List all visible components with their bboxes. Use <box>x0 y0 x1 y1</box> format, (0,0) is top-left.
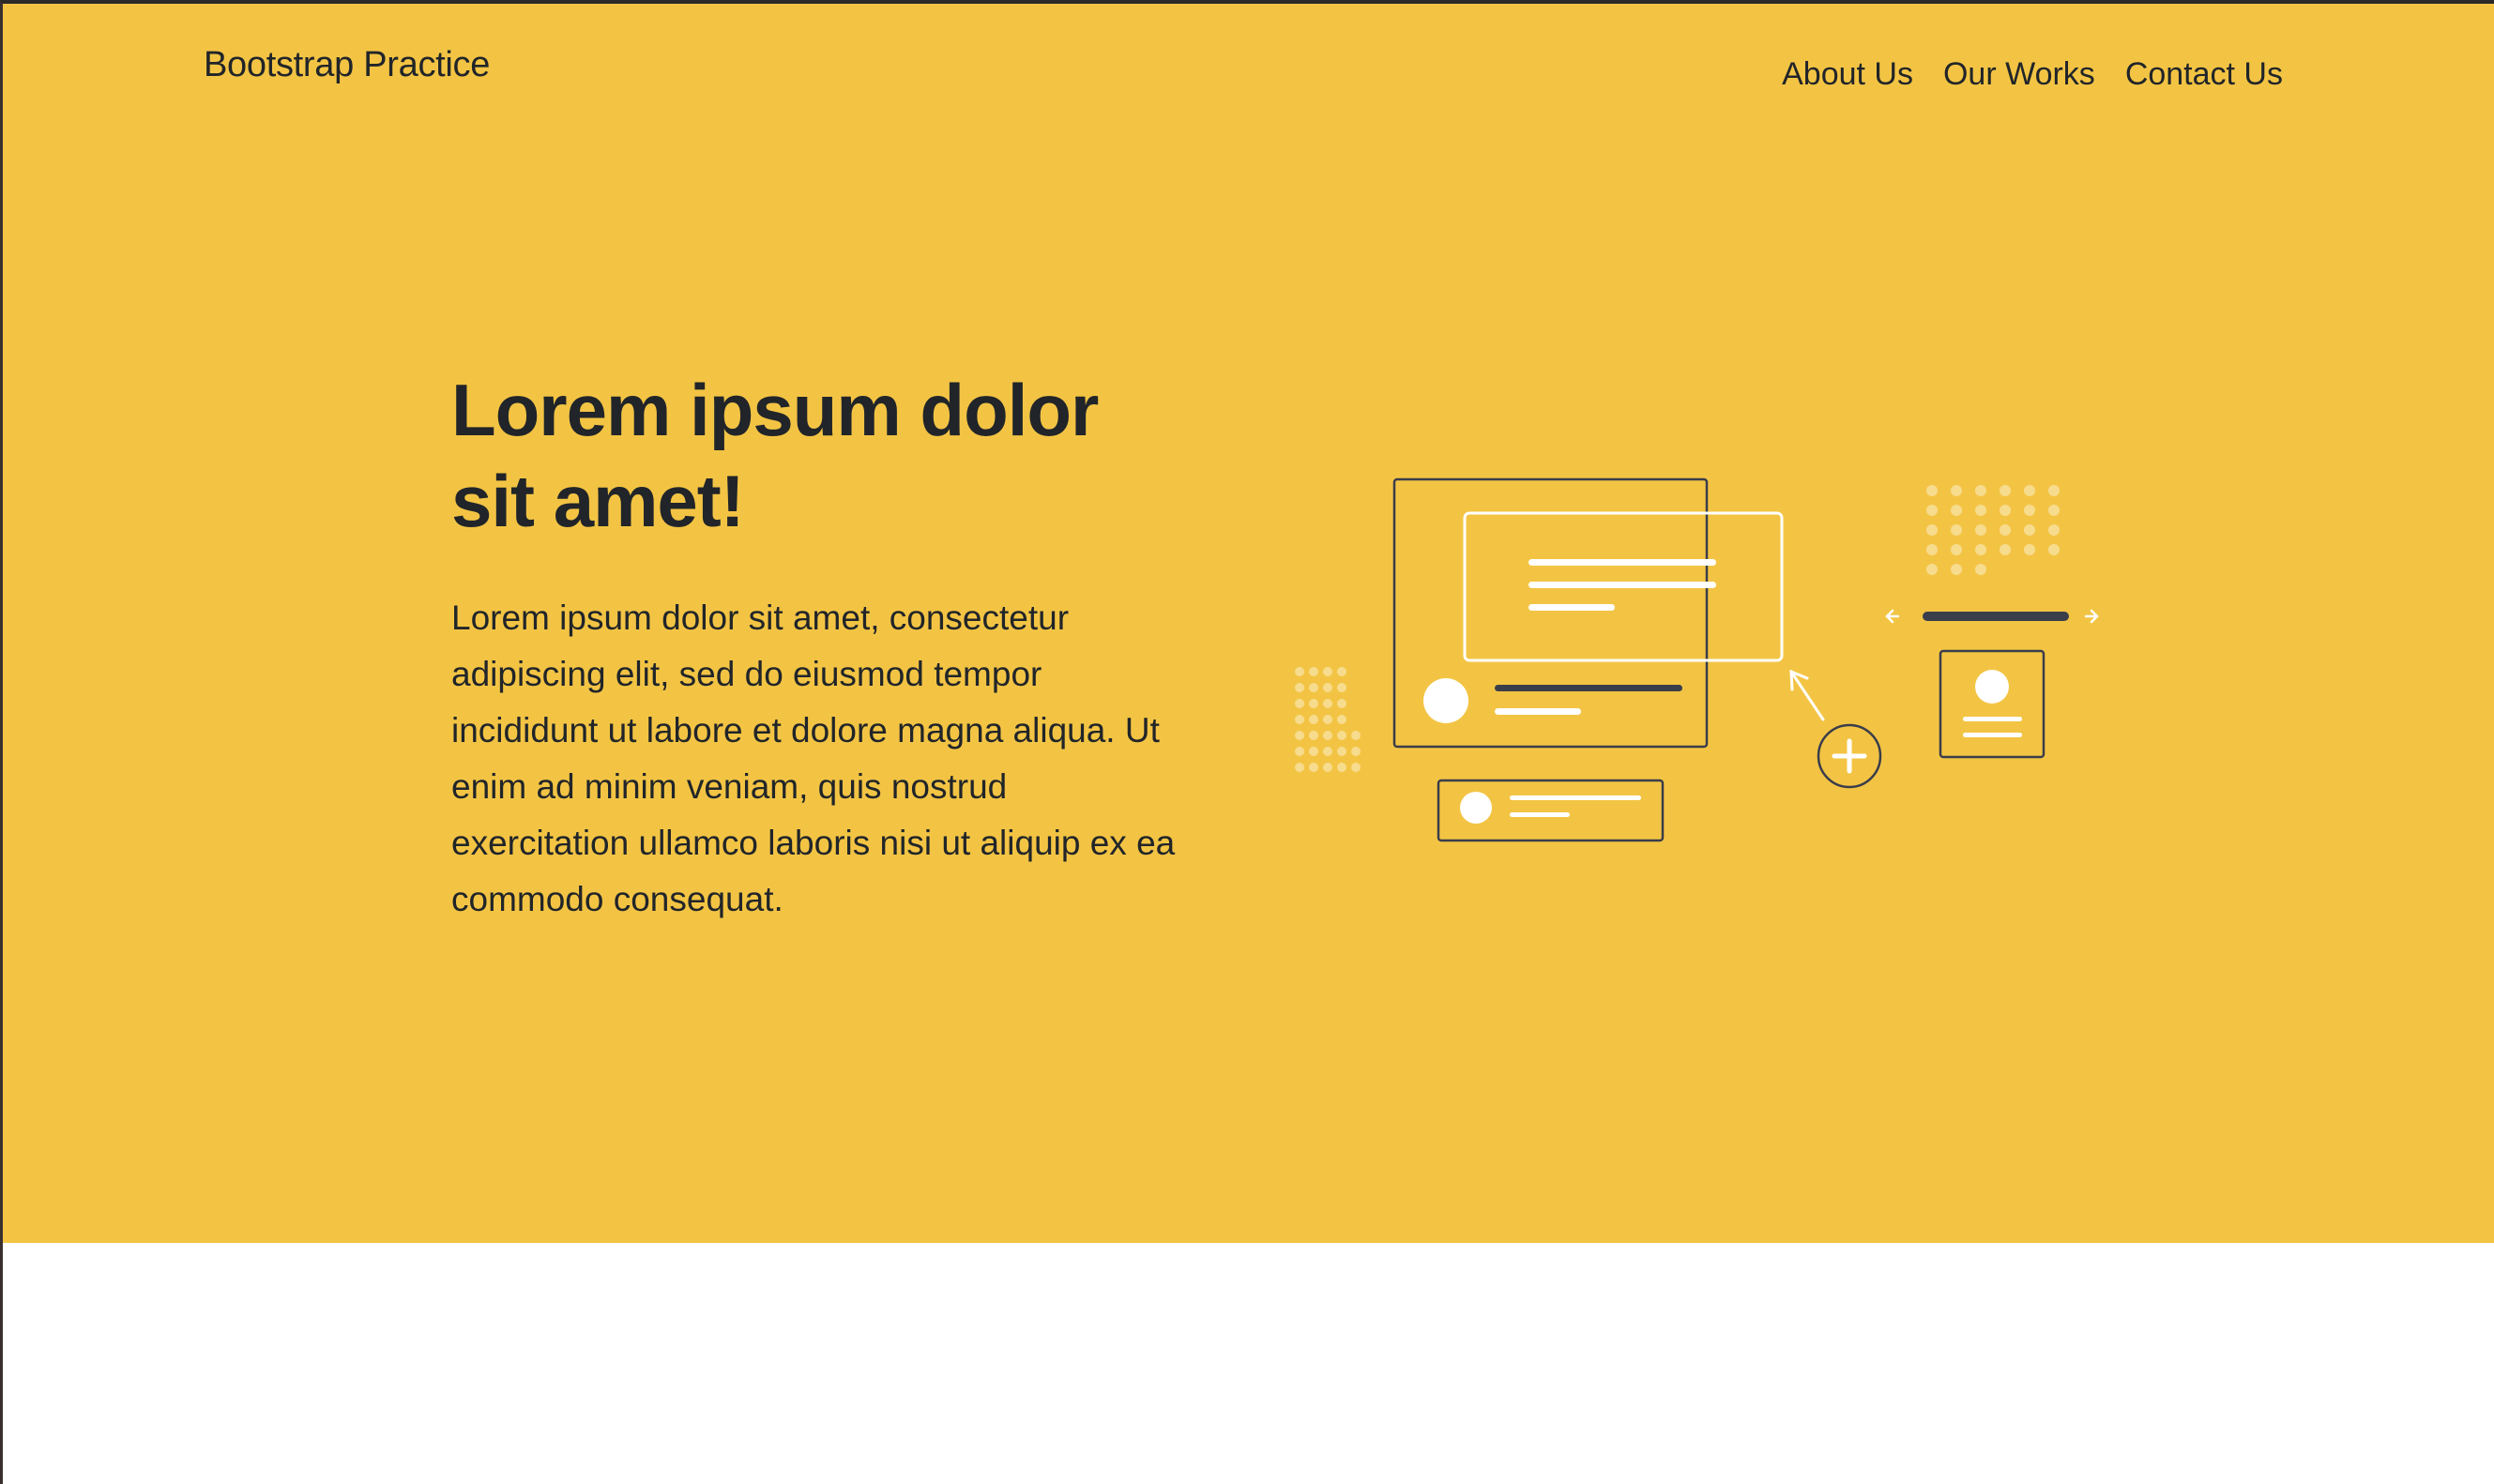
hero-text-block: Lorem ipsum dolor sit amet! Lorem ipsum … <box>451 365 1183 928</box>
nav-link-contact-us[interactable]: Contact Us <box>2125 56 2283 93</box>
profile-card-frame <box>1939 649 2045 759</box>
nav-link-our-works[interactable]: Our Works <box>1943 56 2095 93</box>
plus-circle-icon <box>1817 723 1882 789</box>
browser-viewport: Bootstrap Practice About Us Our Works Co… <box>0 0 2494 1484</box>
left-arrow-icon <box>1885 609 1900 624</box>
hero-title: Lorem ipsum dolor sit amet! <box>451 369 1099 542</box>
navbar: Bootstrap Practice About Us Our Works Co… <box>3 4 2494 144</box>
nav-links: About Us Our Works Contact Us <box>1782 56 2283 93</box>
cursor-arrow-icon <box>1789 669 1825 721</box>
slider-bar <box>1923 612 2069 621</box>
main-window-avatar <box>1423 678 1468 723</box>
hero-lead-paragraph: Lorem ipsum dolor sit amet, consectetur … <box>451 598 1176 918</box>
navbar-brand[interactable]: Bootstrap Practice <box>204 45 490 85</box>
left-dot-grid <box>1295 667 1361 772</box>
right-arrow-icon <box>2084 609 2099 624</box>
profile-avatar <box>1975 670 2009 704</box>
hero-section: Bootstrap Practice About Us Our Works Co… <box>3 4 2494 1243</box>
ui-wireframe-illustration-icon <box>1295 477 2099 842</box>
nav-link-about-us[interactable]: About Us <box>1782 56 1913 93</box>
right-dot-grid <box>1926 485 2060 575</box>
